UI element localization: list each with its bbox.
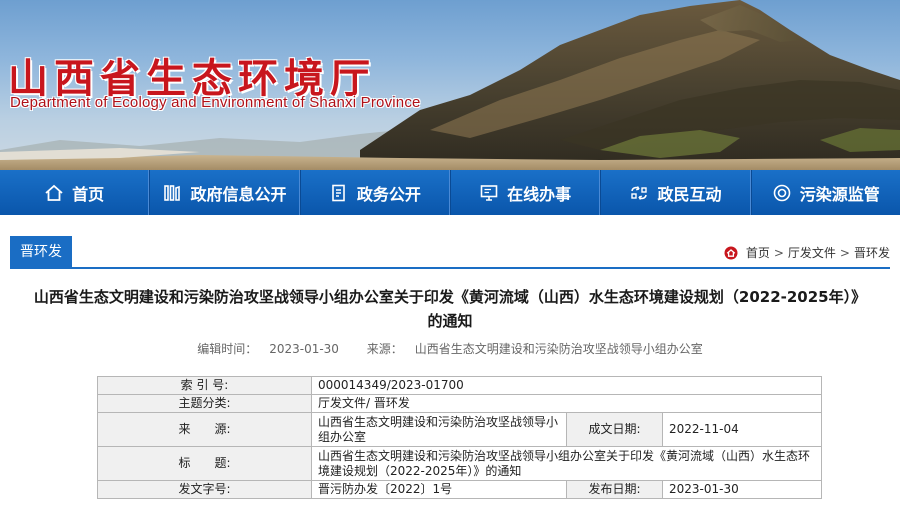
- nav-item-label: 在线办事: [507, 184, 572, 204]
- info-columns-icon: [164, 184, 181, 201]
- nav-item-label: 政府信息公开: [190, 184, 287, 204]
- nav-item-home[interactable]: 首页: [0, 170, 150, 215]
- edit-time-value: 2023-01-30: [269, 342, 339, 356]
- source-value: 山西省生态文明建设和污染防治攻坚战领导小组办公室: [414, 342, 703, 356]
- table-row: 来 源: 山西省生态文明建设和污染防治攻坚战领导小组办公室 成文日期: 2022…: [97, 412, 822, 447]
- nav-item-label: 首页: [72, 184, 105, 204]
- main-nav: 首页 政府信息公开 政务公开 在线办事 政民互动 污染源监管: [0, 170, 900, 215]
- publish-date-label: 发布日期:: [566, 480, 663, 499]
- source-value: 山西省生态文明建设和污染防治攻坚战领导小组办公室: [311, 412, 567, 447]
- breadcrumb-dept-files-link[interactable]: 厅发文件: [788, 244, 836, 261]
- document-info-table: 索 引 号: 000014349/2023-01700 主题分类: 厅发文件/ …: [97, 376, 822, 499]
- category-value: 厅发文件/ 晋环发: [311, 394, 822, 413]
- article-meta: 编辑时间： 2023-01-30 来源： 山西省生态文明建设和污染防治攻坚战领导小组…: [0, 340, 900, 357]
- interaction-icon: [631, 185, 648, 200]
- site-subtitle: Department of Ecology and Environment of…: [10, 94, 421, 111]
- doc-number-label: 发文字号:: [97, 480, 312, 499]
- breadcrumb-separator: >: [839, 245, 850, 260]
- home-icon: [45, 184, 63, 201]
- edit-time: 编辑时间： 2023-01-30: [191, 342, 345, 356]
- table-row: 主题分类: 厅发文件/ 晋环发: [97, 394, 822, 413]
- table-row: 索 引 号: 000014349/2023-01700: [97, 376, 822, 395]
- document-icon: [332, 184, 345, 201]
- source-label: 来源：: [366, 342, 403, 356]
- breadcrumb-home-link[interactable]: 首页: [746, 244, 770, 261]
- article-title-line: 的通知: [427, 312, 473, 330]
- monitor-icon: [480, 184, 498, 201]
- nav-item-interaction[interactable]: 政民互动: [600, 170, 751, 215]
- nav-item-gov-info[interactable]: 政府信息公开: [149, 170, 300, 215]
- table-row: 发文字号: 晋污防办发〔2022〕1号 发布日期: 2023-01-30: [97, 480, 822, 499]
- home-location-icon: [724, 246, 738, 259]
- doc-title-label: 标 题:: [97, 446, 312, 481]
- publish-date-value: 2023-01-30: [662, 480, 822, 499]
- edit-time-label: 编辑时间：: [197, 342, 258, 356]
- article-title: 山西省生态文明建设和污染防治攻坚战领导小组办公室关于印发《黄河流域（山西）水生态…: [10, 285, 890, 333]
- category-label: 主题分类:: [97, 394, 312, 413]
- section-header: 晋环发 首页 > 厅发文件 > 晋环发: [10, 236, 890, 269]
- breadcrumb-separator: >: [773, 245, 784, 260]
- created-date-label: 成文日期:: [566, 412, 663, 447]
- article-title-line: 山西省生态文明建设和污染防治攻坚战领导小组办公室关于印发《黄河流域（山西）水生态…: [33, 288, 867, 306]
- nav-item-gov-affairs[interactable]: 政务公开: [299, 170, 450, 215]
- index-value: 000014349/2023-01700: [311, 376, 822, 395]
- target-icon: [773, 184, 791, 201]
- nav-item-label: 政民互动: [657, 184, 722, 204]
- header-banner: 山西省生态环境厅 Department of Ecology and Envir…: [0, 0, 900, 170]
- table-row: 标 题: 山西省生态文明建设和污染防治攻坚战领导小组办公室关于印发《黄河流域（山…: [97, 446, 822, 481]
- doc-number-value: 晋污防办发〔2022〕1号: [311, 480, 567, 499]
- breadcrumb: 首页 > 厅发文件 > 晋环发: [724, 244, 890, 261]
- created-date-value: 2022-11-04: [662, 412, 822, 447]
- nav-item-label: 政务公开: [356, 184, 421, 204]
- section-tag: 晋环发: [10, 236, 72, 269]
- nav-item-pollution-monitor[interactable]: 污染源监管: [750, 170, 900, 215]
- nav-item-label: 污染源监管: [799, 184, 880, 204]
- breadcrumb-jinhuanfa-link[interactable]: 晋环发: [854, 244, 890, 261]
- index-label: 索 引 号:: [97, 376, 312, 395]
- doc-title-value: 山西省生态文明建设和污染防治攻坚战领导小组办公室关于印发《黄河流域（山西）水生态…: [311, 446, 822, 481]
- article-source: 来源： 山西省生态文明建设和污染防治攻坚战领导小组办公室: [361, 342, 709, 356]
- source-label: 来 源:: [97, 412, 312, 447]
- nav-item-online-service[interactable]: 在线办事: [449, 170, 601, 215]
